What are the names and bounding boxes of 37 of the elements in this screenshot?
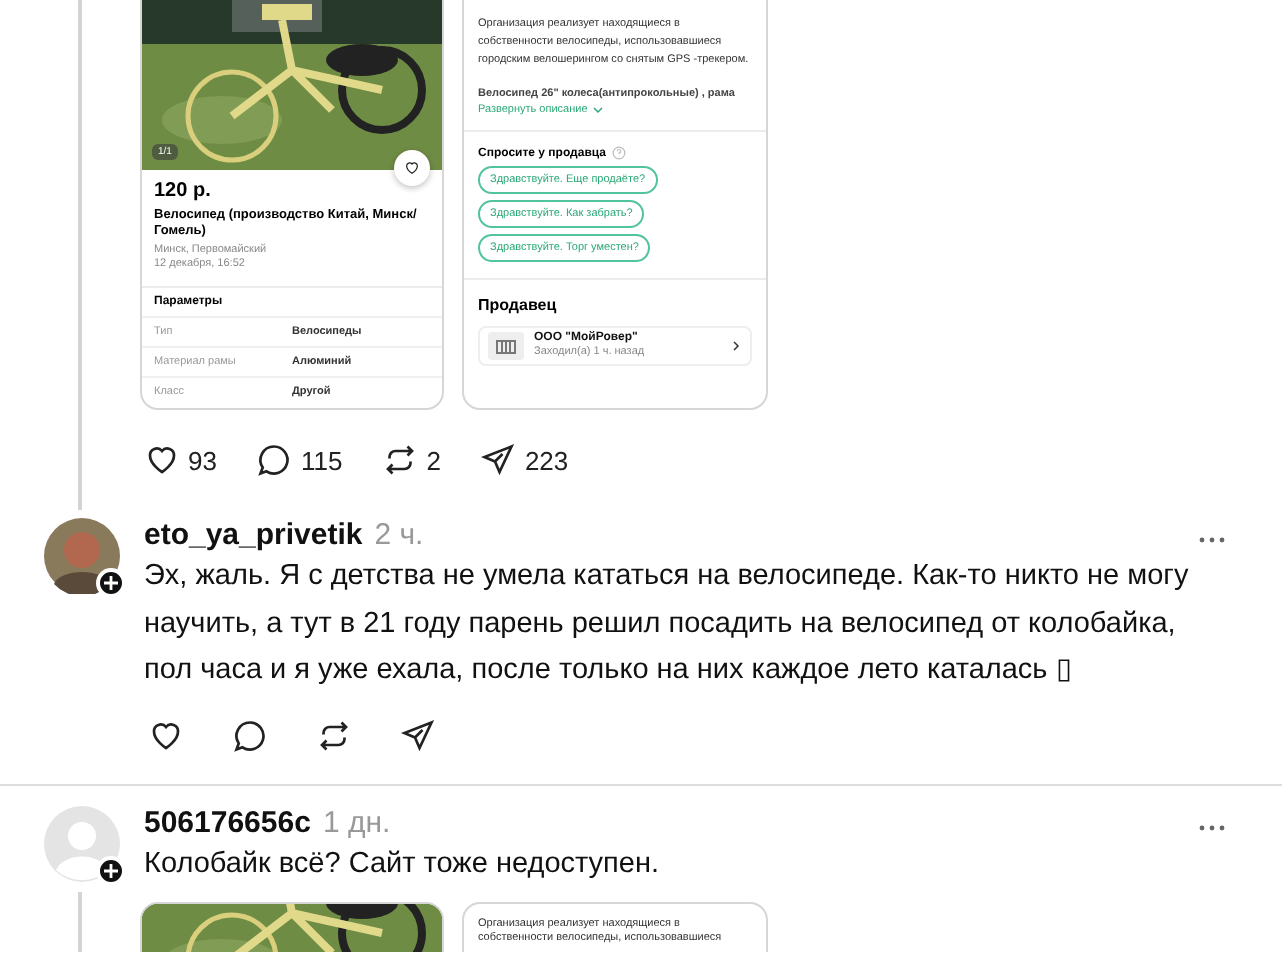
timestamp: 1 дн. (322, 805, 391, 839)
like-button[interactable]: 93 (144, 442, 217, 478)
like-button[interactable] (148, 717, 184, 753)
plus-icon (104, 576, 118, 590)
reply-button[interactable]: 115 (256, 442, 343, 478)
price: 120 р. (154, 180, 213, 202)
follow-button[interactable] (96, 568, 126, 598)
send-icon (480, 442, 517, 478)
heart-icon (148, 717, 184, 753)
store-icon (496, 339, 516, 353)
follow-button[interactable] (96, 855, 126, 885)
more-icon (1198, 823, 1226, 831)
share-button[interactable] (400, 717, 436, 753)
send-icon (400, 717, 436, 753)
avatar (44, 518, 120, 594)
section-title: Продавец (478, 296, 559, 314)
share-button[interactable]: 223 (480, 442, 569, 478)
chevron-icon (591, 104, 604, 116)
repost-button[interactable]: 2 (382, 442, 441, 478)
comment-text: Колобайк всё? Сайт тоже недоступен. (144, 845, 662, 883)
reply-icon (232, 717, 268, 753)
comment-text: Эх, жаль. Я с детства не умела кататься на велосипеде. Как-то никто не могу научить, а тут в 21 году парень решил посадить на велосипед от колобайка, пол часа и я уже ехала, после только на них каждое лето каталась ▯ (144, 558, 1191, 690)
more-icon (1198, 536, 1226, 544)
reply-button[interactable] (232, 717, 268, 753)
reply-icon (256, 442, 293, 478)
repost-icon (382, 442, 419, 478)
username[interactable]: eto_ya_privetik (144, 518, 363, 552)
avatar (44, 805, 120, 881)
heart-icon (404, 160, 420, 176)
help-icon (612, 146, 626, 160)
repost-icon (316, 717, 352, 753)
chevron-icon (730, 340, 742, 352)
heart-icon (144, 442, 180, 478)
repost-button[interactable] (316, 717, 352, 753)
plus-icon (104, 863, 118, 877)
username[interactable]: 506176656c (144, 805, 311, 839)
timestamp: 2 ч. (374, 518, 424, 552)
